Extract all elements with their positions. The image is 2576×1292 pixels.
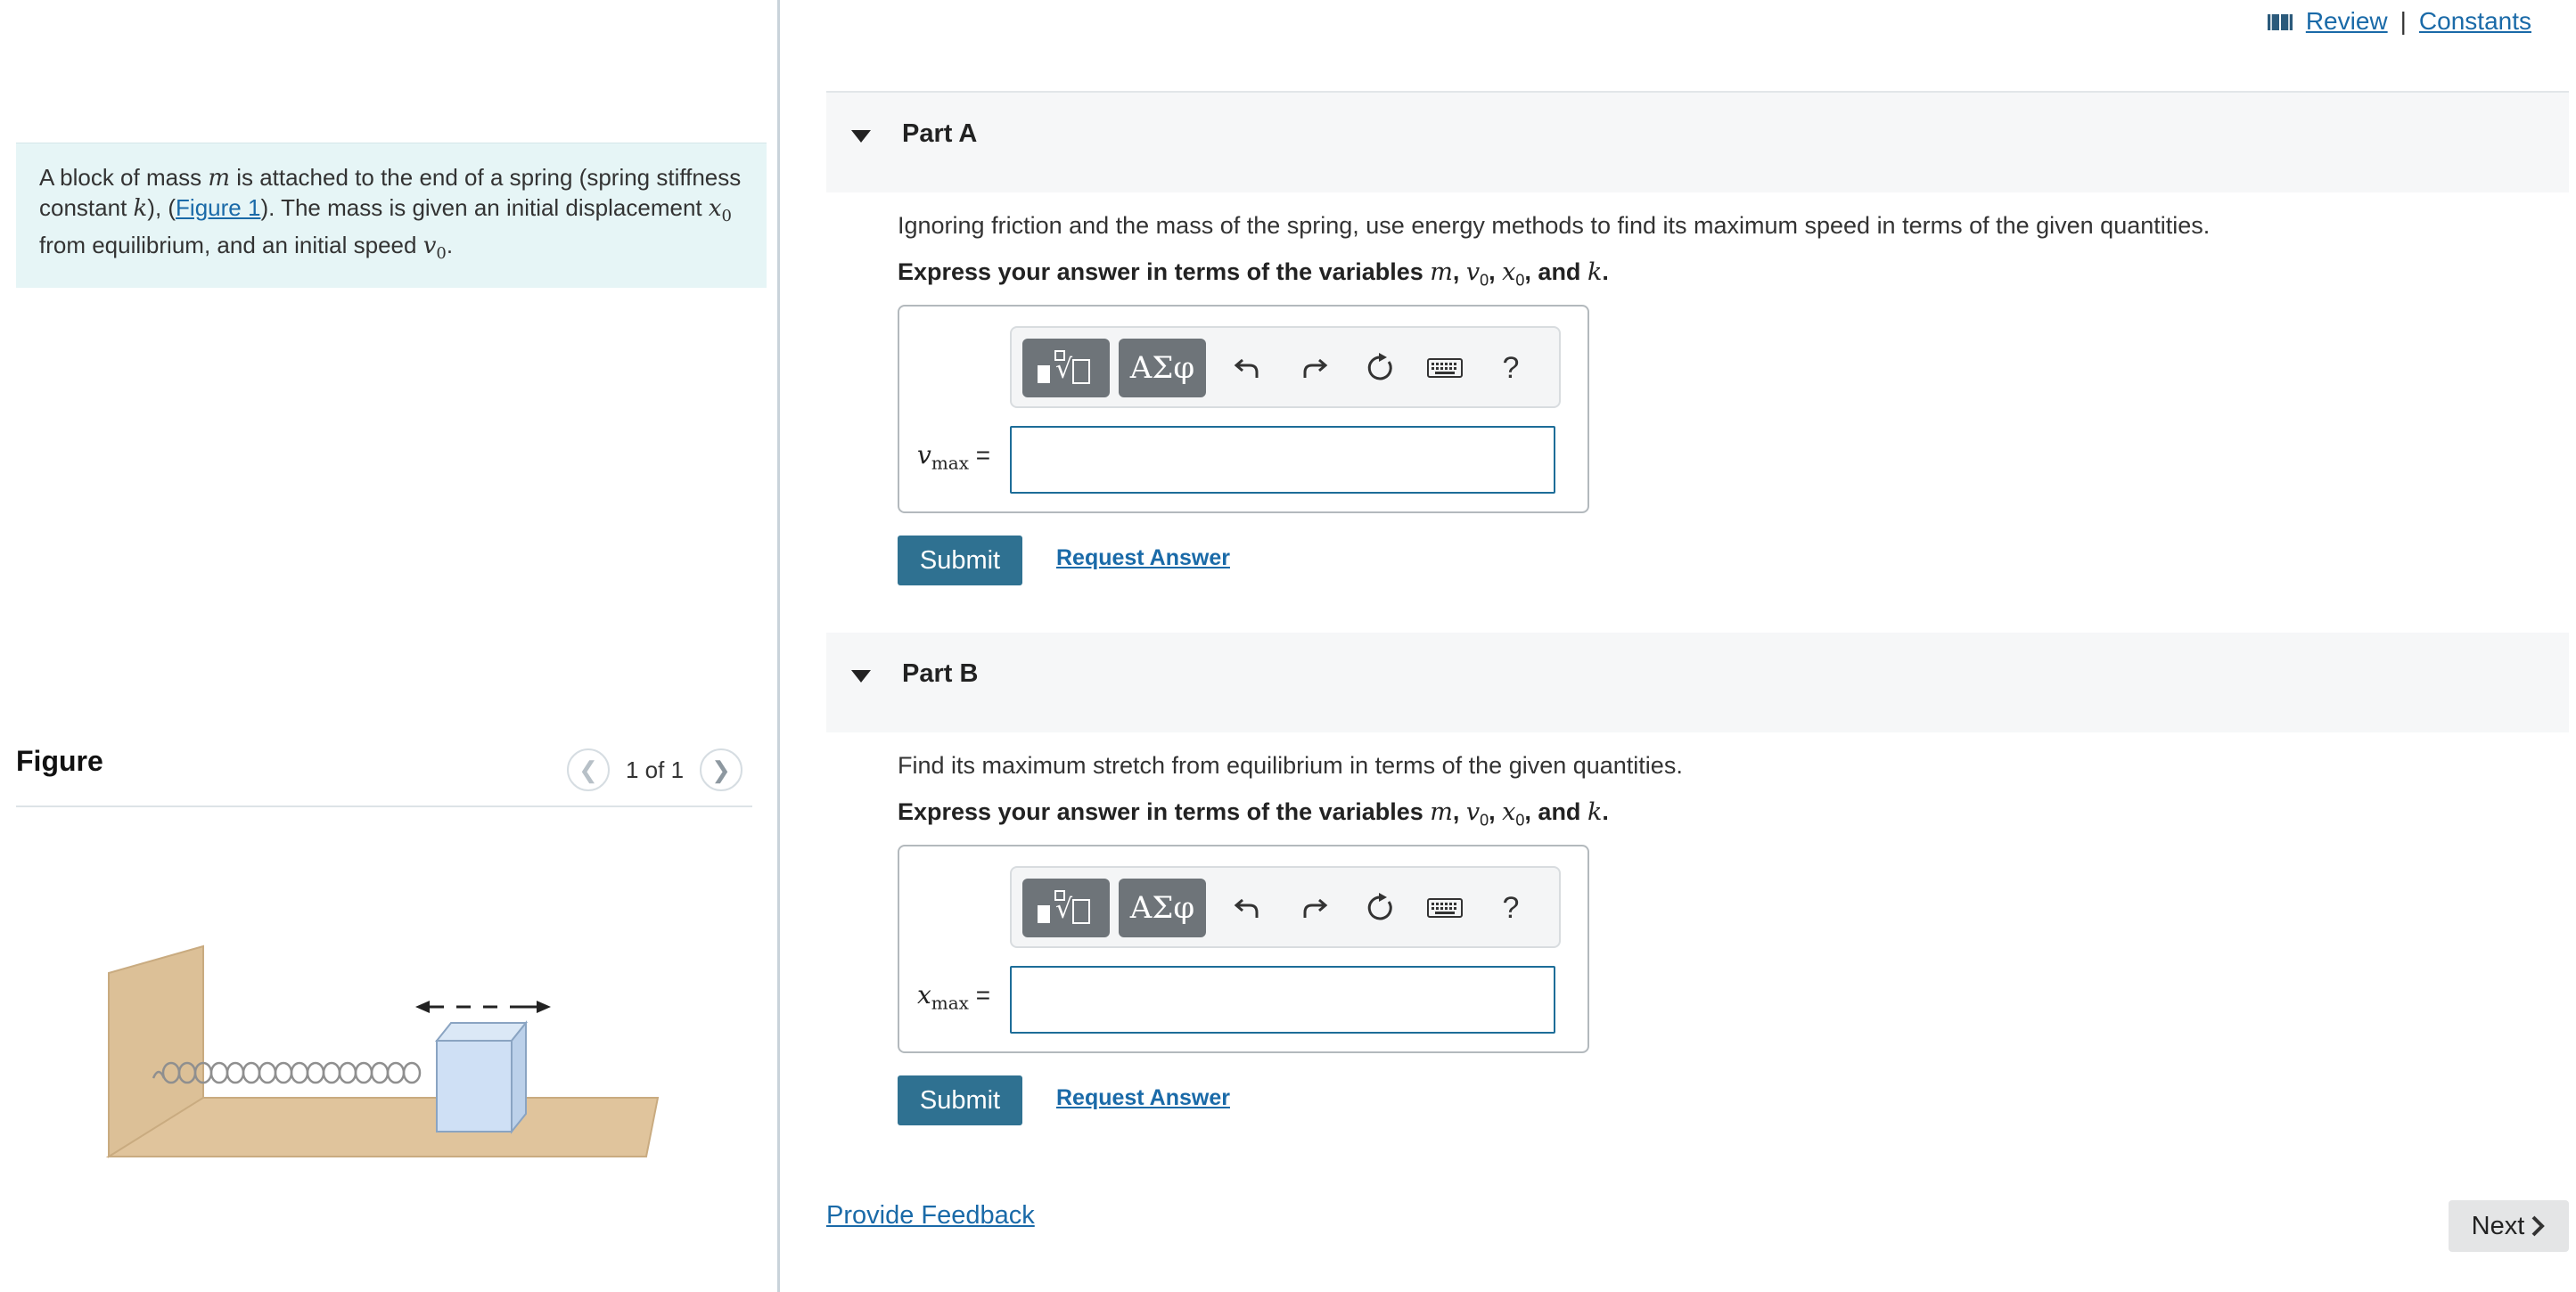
var-v: v	[1465, 798, 1481, 826]
collapse-triangle-icon[interactable]	[851, 670, 871, 683]
greek-symbols-button[interactable]: ΑΣφ	[1119, 879, 1206, 937]
part-b-question: Find its maximum stretch from equilibriu…	[898, 752, 1683, 779]
figure-link[interactable]: Figure 1	[176, 194, 260, 221]
var-x-sub: 0	[1515, 271, 1525, 290]
var-x-sub: 0	[721, 207, 732, 226]
var-v: v	[1465, 258, 1481, 286]
next-button[interactable]: Next	[2449, 1200, 2569, 1252]
part-b-instructions: Express your answer in terms of the vari…	[898, 798, 1609, 830]
answer-var: v	[917, 440, 931, 470]
problem-text: .	[446, 232, 454, 259]
part-b-answer-box: √ ΑΣφ ? xmax =	[898, 845, 1589, 1053]
block	[434, 1020, 529, 1134]
math-toolbar: √ ΑΣφ ?	[1010, 326, 1561, 408]
var-v-sub: 0	[1480, 271, 1489, 290]
chevron-left-icon[interactable]: ❮	[567, 748, 610, 791]
equals-sign: =	[975, 981, 991, 1009]
var-k: k	[1587, 798, 1603, 826]
express-text: , and	[1524, 258, 1587, 285]
var-x-sub: 0	[1515, 811, 1525, 830]
template-icon[interactable]: √	[1022, 879, 1110, 937]
var-k: k	[133, 195, 148, 222]
answer-var-sub: max	[931, 992, 969, 1014]
problem-text: ), (	[147, 194, 176, 221]
help-icon[interactable]: ?	[1484, 879, 1538, 937]
right-panel: Review | Constants Part A Ignoring frict…	[780, 0, 2576, 1292]
math-toolbar: √ ΑΣφ ?	[1010, 866, 1561, 948]
figure-title: Figure	[16, 745, 103, 777]
answer-var: x	[917, 980, 931, 1010]
answer-var-sub: max	[931, 452, 969, 474]
part-b-title: Part B	[902, 659, 979, 688]
express-text: Express your answer in terms of the vari…	[898, 258, 1431, 285]
part-a-submit-button[interactable]: Submit	[898, 536, 1022, 585]
answer-variable-label: vmax =	[917, 440, 990, 474]
var-m: m	[208, 165, 230, 192]
part-a-answer-input[interactable]	[1010, 426, 1555, 494]
part-a-header[interactable]: Part A	[826, 93, 2569, 192]
floor	[105, 1097, 660, 1157]
redo-icon[interactable]	[1288, 339, 1341, 397]
redo-icon[interactable]	[1288, 879, 1341, 937]
express-text: .	[1602, 798, 1609, 825]
figure-pager: ❮ 1 of 1 ❯	[567, 748, 743, 791]
link-separator: |	[2400, 7, 2407, 35]
part-b-submit-button[interactable]: Submit	[898, 1075, 1022, 1125]
part-a-instructions: Express your answer in terms of the vari…	[898, 258, 1609, 290]
book-icon	[2267, 14, 2293, 30]
spring-block-figure	[105, 944, 660, 1158]
part-a-question: Ignoring friction and the mass of the sp…	[898, 212, 2211, 239]
greek-symbols-button[interactable]: ΑΣφ	[1119, 339, 1206, 397]
chevron-right-icon	[2531, 1215, 2546, 1237]
var-v-sub: 0	[1480, 811, 1489, 830]
var-x: x	[1502, 258, 1516, 286]
undo-icon[interactable]	[1220, 339, 1274, 397]
collapse-triangle-icon[interactable]	[851, 130, 871, 143]
next-label: Next	[2471, 1211, 2525, 1240]
part-a-answer-box: √ ΑΣφ ? vmax =	[898, 305, 1589, 513]
top-links: Review | Constants	[2267, 7, 2531, 36]
express-text: , and	[1524, 798, 1587, 825]
reset-icon[interactable]	[1354, 339, 1407, 397]
answer-variable-label: xmax =	[917, 980, 990, 1014]
express-text: .	[1602, 258, 1609, 285]
part-a-request-answer-link[interactable]: Request Answer	[1056, 545, 1230, 571]
reset-icon[interactable]	[1354, 879, 1407, 937]
var-k: k	[1587, 258, 1603, 286]
part-b-request-answer-link[interactable]: Request Answer	[1056, 1085, 1230, 1111]
keyboard-icon[interactable]	[1418, 339, 1472, 397]
var-v-sub: 0	[436, 244, 447, 264]
figure-divider	[16, 805, 752, 807]
motion-arrow	[415, 1001, 551, 1013]
figure-counter: 1 of 1	[626, 756, 685, 783]
chevron-right-icon[interactable]: ❯	[700, 748, 743, 791]
problem-text: from equilibrium, and an initial speed	[39, 232, 423, 259]
var-v: v	[422, 233, 437, 260]
part-a-title: Part A	[902, 119, 978, 148]
review-link[interactable]: Review	[2306, 7, 2388, 36]
undo-icon[interactable]	[1220, 879, 1274, 937]
problem-text: ). The mass is given an initial displace…	[260, 194, 709, 221]
equals-sign: =	[975, 441, 991, 469]
template-icon[interactable]: √	[1022, 339, 1110, 397]
provide-feedback-link[interactable]: Provide Feedback	[826, 1201, 1035, 1231]
part-b-header[interactable]: Part B	[826, 633, 2569, 732]
problem-text: A block of mass	[39, 164, 209, 191]
keyboard-icon[interactable]	[1418, 879, 1472, 937]
express-text: Express your answer in terms of the vari…	[898, 798, 1431, 825]
var-x: x	[708, 195, 722, 222]
problem-statement: A block of mass m is attached to the end…	[16, 143, 767, 289]
part-b-answer-input[interactable]	[1010, 966, 1555, 1034]
var-m: m	[1430, 798, 1453, 826]
constants-link[interactable]: Constants	[2419, 7, 2531, 36]
var-m: m	[1430, 258, 1453, 286]
left-panel: A block of mass m is attached to the end…	[0, 0, 780, 1292]
var-x: x	[1502, 798, 1516, 826]
help-icon[interactable]: ?	[1484, 339, 1538, 397]
